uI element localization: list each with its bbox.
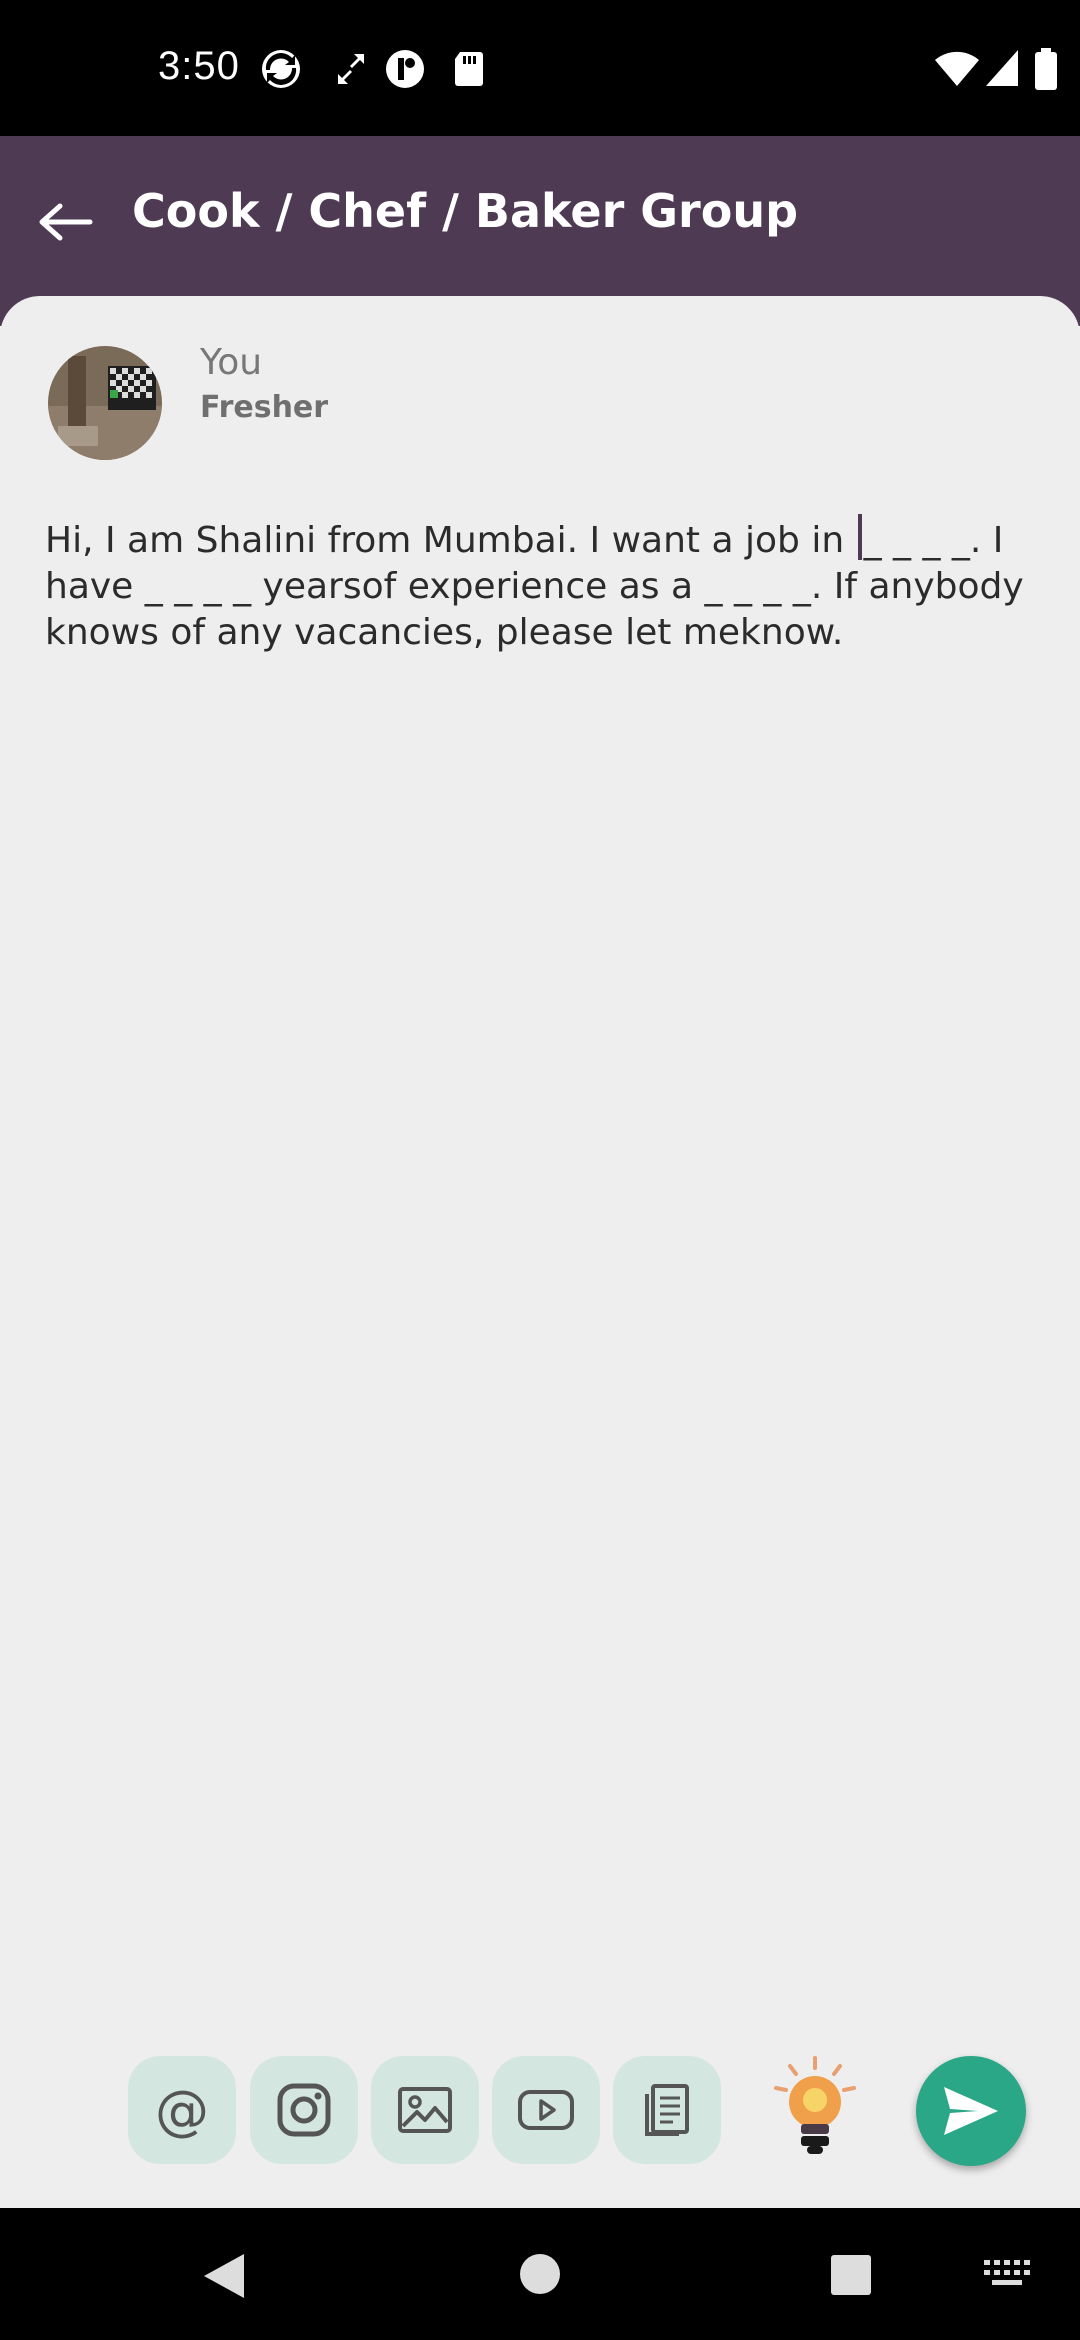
app-notification-icon xyxy=(386,50,424,88)
nav-recents-icon[interactable] xyxy=(830,2254,872,2296)
battery-icon xyxy=(1035,48,1057,90)
page-title: Cook / Chef / Baker Group xyxy=(132,184,799,238)
avatar[interactable] xyxy=(48,346,162,460)
send-icon xyxy=(944,2087,998,2135)
arrow-left-icon xyxy=(39,203,93,241)
nav-home-icon[interactable] xyxy=(518,2252,562,2296)
back-button[interactable] xyxy=(30,186,102,258)
sd-card-icon xyxy=(455,52,483,86)
keyboard-icon[interactable] xyxy=(984,2260,1030,2290)
expand-arrows-icon xyxy=(338,54,364,84)
instagram-icon xyxy=(277,2083,331,2137)
nav-back-icon[interactable] xyxy=(200,2252,246,2300)
youtube-icon xyxy=(518,2090,574,2130)
image-icon xyxy=(398,2087,452,2133)
message-text-part1: Hi, I am Shalini from Mumbai. I want a j… xyxy=(45,520,856,561)
sync-app-icon xyxy=(262,50,300,88)
wifi-icon xyxy=(935,51,979,86)
author-subtitle: Fresher xyxy=(200,390,329,425)
mention-button[interactable]: @ xyxy=(128,2056,236,2164)
lightbulb-icon[interactable] xyxy=(770,2054,860,2166)
youtube-button[interactable] xyxy=(492,2056,600,2164)
mention-icon: @ xyxy=(155,2078,209,2142)
document-button[interactable] xyxy=(613,2056,721,2164)
image-button[interactable] xyxy=(371,2056,479,2164)
system-nav-bar xyxy=(0,2208,1080,2340)
document-icon xyxy=(645,2084,689,2136)
status-time: 3:50 xyxy=(158,44,240,88)
author-name: You xyxy=(200,342,263,383)
status-bar: 3:50 xyxy=(0,0,1080,136)
instagram-button[interactable] xyxy=(250,2056,358,2164)
text-cursor xyxy=(857,514,862,560)
post-editor-card: You Fresher Hi, I am Shalini from Mumbai… xyxy=(0,296,1080,2206)
message-input[interactable]: Hi, I am Shalini from Mumbai. I want a j… xyxy=(45,514,1035,656)
send-button[interactable] xyxy=(916,2056,1026,2166)
avatar-photo xyxy=(48,346,162,460)
cell-signal-icon xyxy=(986,50,1018,86)
